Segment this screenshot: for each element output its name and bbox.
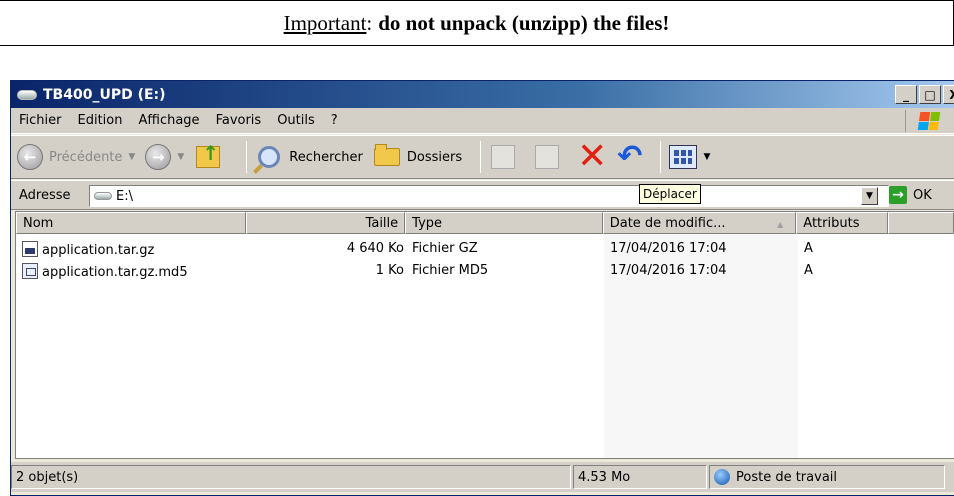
drive-icon	[94, 192, 112, 200]
up-folder-button[interactable]	[194, 141, 228, 171]
forward-button[interactable]: → ▼	[145, 144, 184, 170]
menu-fichier[interactable]: Fichier	[19, 113, 62, 128]
status-bar: 2 objet(s) 4.53 Mo Poste de travail	[11, 462, 954, 492]
forward-arrow-icon: →	[145, 144, 172, 170]
address-value: E:\	[116, 188, 133, 204]
search-label: Rechercher	[289, 149, 363, 165]
column-empty	[888, 212, 954, 234]
toolbar-separator	[660, 141, 662, 173]
chevron-down-icon: ▼	[177, 152, 185, 162]
column-type[interactable]: Type	[405, 212, 603, 234]
column-header: Nom Taille Type Date de modific... ▲ Att…	[16, 212, 954, 234]
delete-button[interactable]: ✕	[577, 139, 607, 175]
banner-label: Important	[283, 10, 367, 35]
menu-bar: Fichier Edition Affichage Favoris Outils…	[11, 108, 954, 134]
title-bar[interactable]: TB400_UPD (E:) _ □ X	[11, 81, 954, 108]
file-name-cell: application.tar.gz.md5	[22, 263, 188, 280]
tooltip: Déplacer	[639, 184, 701, 204]
banner-separator: :	[366, 10, 373, 35]
undo-icon: ↶	[617, 139, 643, 174]
file-name: application.tar.gz	[42, 243, 155, 258]
column-date[interactable]: Date de modific... ▲	[602, 212, 797, 234]
views-icon	[669, 145, 698, 169]
go-button[interactable]: → OK	[889, 186, 932, 204]
important-banner: Important: do not unpack (unzipp) the fi…	[0, 0, 954, 46]
menu-favoris[interactable]: Favoris	[216, 113, 262, 128]
close-button[interactable]: X	[943, 85, 954, 104]
file-size: 4 640 Ko	[346, 241, 404, 256]
column-size[interactable]: Taille	[245, 212, 406, 234]
folders-label: Dossiers	[406, 149, 463, 165]
computer-icon	[714, 469, 730, 485]
file-type: Fichier GZ	[412, 241, 478, 256]
menu-help[interactable]: ?	[331, 113, 338, 128]
window-title: TB400_UPD (E:)	[43, 86, 166, 103]
address-dropdown-button[interactable]: ▼	[861, 187, 878, 205]
archive-file-icon	[22, 241, 38, 257]
toolbar: ← Précédente ▼ → ▼ Rechercher Dossiers ✕	[11, 135, 954, 179]
file-type: Fichier MD5	[412, 263, 489, 278]
search-icon	[258, 146, 281, 168]
md5-file-icon	[22, 263, 38, 279]
status-size: 4.53 Mo	[573, 465, 707, 489]
search-button[interactable]: Rechercher	[255, 143, 363, 171]
chevron-down-icon: ▼	[703, 152, 711, 162]
file-row[interactable]: application.tar.gz.md5 1 Ko Fichier MD5 …	[16, 260, 954, 282]
copy-to-button[interactable]	[533, 143, 567, 171]
move-to-button[interactable]	[489, 143, 523, 171]
menu-affichage[interactable]: Affichage	[138, 113, 199, 128]
back-button[interactable]: ← Précédente ▼	[17, 144, 135, 170]
delete-icon: ✕	[577, 136, 608, 177]
drive-icon	[17, 89, 37, 100]
status-location-label: Poste de travail	[736, 469, 838, 485]
file-attributes: A	[804, 241, 813, 256]
file-size: 1 Ko	[375, 263, 404, 278]
column-date-label: Date de modific...	[609, 215, 726, 231]
maximize-button[interactable]: □	[919, 85, 941, 104]
banner-text: do not unpack (unzipp) the files!	[378, 10, 670, 35]
file-row[interactable]: application.tar.gz 4 640 Ko Fichier GZ 1…	[16, 238, 954, 260]
go-arrow-icon: →	[889, 186, 907, 204]
file-rows: application.tar.gz 4 640 Ko Fichier GZ 1…	[16, 238, 954, 282]
minimize-button[interactable]: _	[895, 85, 917, 104]
copy-to-icon	[535, 145, 560, 169]
menu-edition[interactable]: Edition	[78, 113, 123, 128]
up-folder-icon	[196, 141, 221, 168]
folder-icon	[373, 144, 400, 166]
status-location: Poste de travail	[709, 465, 945, 489]
status-count: 2 objet(s)	[11, 465, 571, 489]
file-date: 17/04/2016 17:04	[610, 241, 727, 256]
sort-ascending-icon: ▲	[777, 220, 784, 229]
address-input[interactable]: E:\	[89, 185, 889, 207]
move-to-icon	[491, 145, 516, 169]
file-date: 17/04/2016 17:04	[610, 263, 727, 278]
file-name-cell: application.tar.gz	[22, 241, 154, 258]
back-label: Précédente	[49, 149, 123, 165]
explorer-window: TB400_UPD (E:) _ □ X Fichier Edition Aff…	[10, 80, 954, 496]
views-button[interactable]: ▼	[669, 145, 710, 169]
go-label: OK	[913, 187, 932, 203]
undo-button[interactable]: ↶	[617, 142, 642, 172]
toolbar-separator	[480, 141, 482, 173]
back-arrow-icon: ←	[17, 144, 43, 170]
windows-logo-icon	[905, 110, 951, 132]
file-attributes: A	[804, 263, 813, 278]
column-name[interactable]: Nom	[16, 212, 246, 234]
column-attributes[interactable]: Attributs	[796, 212, 889, 234]
file-name: application.tar.gz.md5	[42, 265, 188, 280]
address-bar: Adresse E:\ ▼ → OK Déplacer	[11, 180, 954, 210]
address-label: Adresse	[19, 187, 71, 203]
menu-outils[interactable]: Outils	[277, 113, 315, 128]
folders-button[interactable]: Dossiers	[373, 143, 462, 171]
chevron-down-icon: ▼	[128, 152, 136, 162]
toolbar-separator	[246, 141, 248, 173]
file-list[interactable]: Nom Taille Type Date de modific... ▲ Att…	[15, 211, 954, 459]
